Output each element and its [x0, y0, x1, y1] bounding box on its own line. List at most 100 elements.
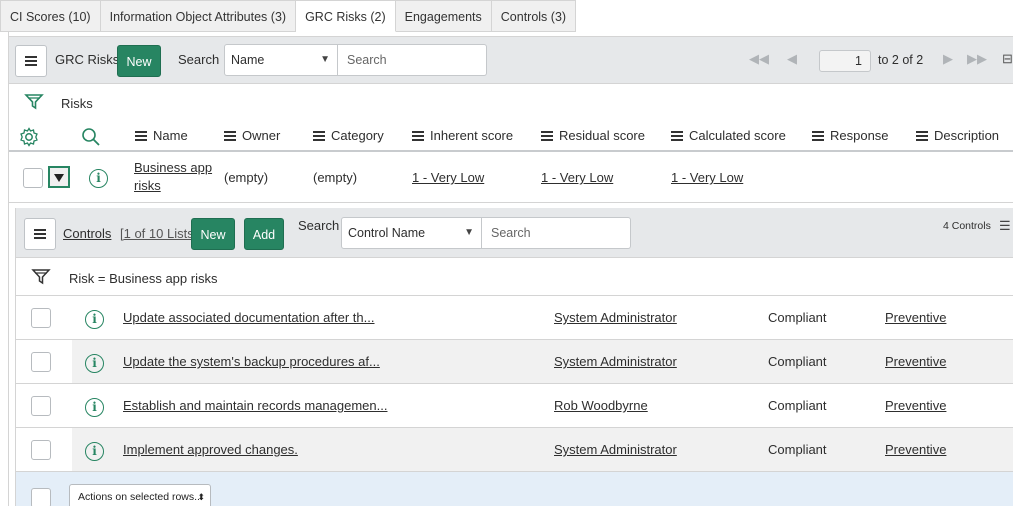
tab-controls[interactable]: Controls (3): [491, 0, 577, 32]
table-row: i Establish and maintain records managem…: [16, 384, 1013, 428]
calculated-score-link[interactable]: 1 - Very Low: [671, 170, 743, 185]
tab-bar: CI Scores (10) Information Object Attrib…: [0, 0, 577, 32]
tab-information-object-attributes[interactable]: Information Object Attributes (3): [100, 0, 297, 32]
control-type-link[interactable]: Preventive: [885, 442, 946, 457]
tab-ci-scores[interactable]: CI Scores (10): [0, 0, 101, 32]
filter-funnel-icon[interactable]: [24, 92, 44, 112]
control-name-link[interactable]: Update the system's backup procedures af…: [123, 354, 380, 369]
row-checkbox[interactable]: [31, 440, 51, 460]
previous-page-icon[interactable]: ◀: [787, 51, 797, 67]
column-label: Owner: [242, 128, 281, 143]
controls-add-button[interactable]: Add: [244, 218, 284, 250]
table-row: i Implement approved changes. System Adm…: [16, 428, 1013, 472]
control-status: Compliant: [768, 310, 827, 325]
control-owner-link[interactable]: System Administrator: [554, 442, 677, 457]
controls-search-input[interactable]: Search: [482, 217, 631, 249]
list-header: GRC Risks New Search Name ▼ Search ◀◀ ◀ …: [9, 36, 1013, 84]
column-label: Inherent score: [430, 128, 514, 143]
last-page-icon[interactable]: ▶▶: [967, 51, 987, 67]
column-residual-score[interactable]: Residual score: [541, 128, 645, 143]
search-label: Search: [178, 52, 220, 67]
column-description[interactable]: Description: [916, 128, 999, 143]
hamburger-icon: [25, 60, 37, 62]
info-icon[interactable]: i: [85, 442, 104, 461]
risk-name-link-line2[interactable]: risks: [134, 178, 161, 193]
control-type-link[interactable]: Preventive: [885, 310, 946, 325]
column-category[interactable]: Category: [313, 128, 384, 143]
controls-search-field-select[interactable]: Control Name ▼: [341, 217, 482, 249]
filter-funnel-icon[interactable]: [31, 267, 51, 287]
gear-icon[interactable]: [19, 127, 39, 147]
column-label: Response: [830, 128, 889, 143]
column-label: Name: [153, 128, 188, 143]
column-menu-icon: [313, 134, 325, 137]
expand-row-button[interactable]: [48, 166, 70, 188]
column-menu-icon: [812, 134, 824, 137]
risk-name-link-line1[interactable]: Business app: [134, 160, 212, 175]
list-view-icon[interactable]: ☰: [999, 218, 1011, 234]
controls-new-button[interactable]: New: [191, 218, 235, 250]
info-icon[interactable]: i: [89, 169, 108, 188]
tab-engagements[interactable]: Engagements: [395, 0, 492, 32]
related-list-frame: GRC Risks New Search Name ▼ Search ◀◀ ◀ …: [8, 32, 1013, 506]
column-response[interactable]: Response: [812, 128, 889, 143]
actions-select-label: Actions on selected rows...: [78, 491, 203, 503]
controls-header: Controls [1 of 10 Lists] New Add Search …: [16, 208, 1013, 258]
controls-filter-row: Risk = Business app risks: [16, 258, 1013, 296]
control-type-link[interactable]: Preventive: [885, 354, 946, 369]
next-page-icon[interactable]: ▶: [943, 51, 953, 67]
actions-select[interactable]: Actions on selected rows... ⬍: [69, 484, 211, 506]
table-row: i Update associated documentation after …: [16, 296, 1013, 340]
control-owner-link[interactable]: System Administrator: [554, 354, 677, 369]
risk-category: (empty): [313, 170, 358, 185]
controls-menu-button[interactable]: [24, 218, 56, 250]
new-button[interactable]: New: [117, 45, 161, 77]
column-menu-icon: [224, 134, 236, 137]
control-type-link[interactable]: Preventive: [885, 398, 946, 413]
control-name-link[interactable]: Update associated documentation after th…: [123, 310, 375, 325]
column-header-row: Name Owner Category Inherent score Resid…: [9, 122, 1013, 152]
column-inherent-score[interactable]: Inherent score: [412, 128, 513, 143]
controls-search-field-value: Control Name: [348, 226, 426, 240]
control-owner-link[interactable]: System Administrator: [554, 310, 677, 325]
page-number-input[interactable]: 1: [819, 50, 871, 72]
search-icon[interactable]: [81, 127, 101, 147]
row-checkbox[interactable]: [31, 352, 51, 372]
row-checkbox[interactable]: [31, 396, 51, 416]
tab-grc-risks[interactable]: GRC Risks (2): [296, 0, 396, 32]
column-calculated-score[interactable]: Calculated score: [671, 128, 786, 143]
control-status: Compliant: [768, 354, 827, 369]
control-name-link[interactable]: Establish and maintain records managemen…: [123, 398, 387, 413]
controls-related-list: Controls [1 of 10 Lists] New Add Search …: [15, 208, 1013, 506]
column-label: Residual score: [559, 128, 645, 143]
column-owner[interactable]: Owner: [224, 128, 280, 143]
page-range: to 2 of 2: [878, 53, 924, 67]
caret-down-icon: ▼: [320, 54, 330, 65]
first-page-icon[interactable]: ◀◀: [749, 51, 769, 67]
control-status: Compliant: [768, 442, 827, 457]
inherent-score-link[interactable]: 1 - Very Low: [412, 170, 484, 185]
column-label: Category: [331, 128, 384, 143]
controls-search-label: Search: [298, 218, 340, 233]
search-input[interactable]: Search: [338, 44, 487, 76]
actions-bar: Actions on selected rows... ⬍: [16, 472, 1013, 506]
controls-list-switcher[interactable]: [1 of 10 Lists]: [120, 226, 197, 241]
controls-filter-text: Risk = Business app risks: [69, 271, 218, 286]
residual-score-link[interactable]: 1 - Very Low: [541, 170, 613, 185]
control-name-link[interactable]: Implement approved changes.: [123, 442, 298, 457]
control-status: Compliant: [768, 398, 827, 413]
column-name[interactable]: Name: [135, 128, 188, 143]
info-icon[interactable]: i: [85, 310, 104, 329]
info-icon[interactable]: i: [85, 354, 104, 373]
search-field-select[interactable]: Name ▼: [224, 44, 338, 76]
column-label: Calculated score: [689, 128, 786, 143]
updown-caret-icon: ⬍: [197, 492, 205, 502]
controls-title-link[interactable]: Controls: [63, 226, 111, 241]
select-all-checkbox[interactable]: [31, 488, 51, 506]
list-menu-button[interactable]: [15, 45, 47, 77]
row-checkbox[interactable]: [23, 168, 43, 188]
control-owner-link[interactable]: Rob Woodbyrne: [554, 398, 648, 413]
row-checkbox[interactable]: [31, 308, 51, 328]
collapse-icon[interactable]: ⊟: [1002, 51, 1013, 67]
info-icon[interactable]: i: [85, 398, 104, 417]
